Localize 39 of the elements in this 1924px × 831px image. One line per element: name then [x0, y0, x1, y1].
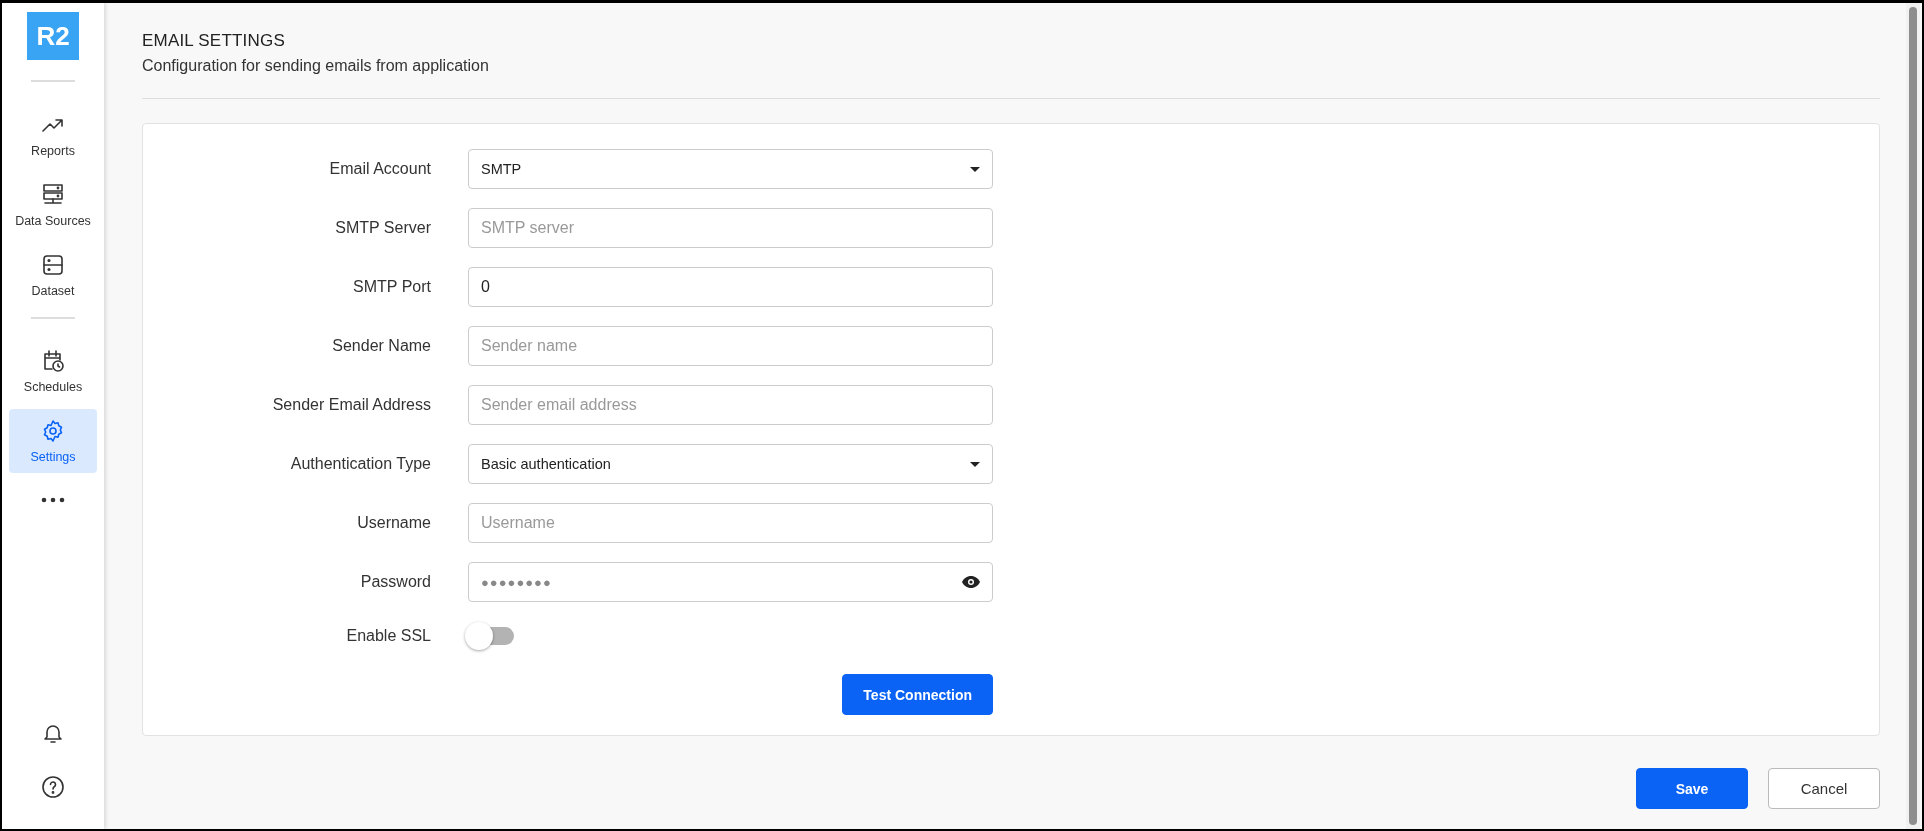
caret-icon — [970, 166, 980, 172]
save-button[interactable]: Save — [1636, 768, 1748, 809]
field-label: SMTP Port — [352, 278, 431, 296]
field-label: SMTP Server — [334, 219, 431, 237]
sidebar-item[interactable]: Data Sources — [9, 173, 97, 237]
dropdown[interactable]: SMTP — [468, 149, 993, 189]
field-label: Password — [359, 573, 431, 591]
password-field[interactable]: ●●●●●●●● — [468, 562, 993, 602]
input-field[interactable]: Sender email address — [468, 385, 993, 425]
field-label: Username — [356, 514, 431, 532]
field-label: Enable SSL — [345, 627, 431, 645]
input-field[interactable]: Username — [468, 503, 993, 543]
input-field[interactable]: 0 — [468, 267, 993, 307]
scrollbar[interactable] — [1906, 3, 1920, 829]
toggle-switch[interactable] — [464, 621, 516, 651]
logo: R2 — [27, 12, 79, 60]
sidebar-item[interactable]: Dataset — [9, 243, 97, 307]
caret-icon — [970, 461, 980, 467]
help-icon[interactable] — [41, 775, 65, 799]
input-field[interactable]: SMTP server — [468, 208, 993, 248]
field-label: Email Account — [328, 160, 431, 178]
page-subtitle: Configuration for sending emails from application — [142, 57, 490, 75]
server-icon — [41, 182, 65, 207]
calendar-clock-icon — [41, 348, 65, 373]
field-label: Sender Email Address — [271, 396, 431, 414]
eye-icon[interactable] — [962, 576, 980, 588]
sidebar-item[interactable]: Settings — [9, 409, 97, 473]
input-field[interactable]: Sender name — [468, 326, 993, 366]
dropdown[interactable]: Basic authentication — [468, 444, 993, 484]
sidebar-item[interactable]: Schedules — [9, 339, 97, 403]
field-label: Authentication Type — [289, 455, 431, 473]
database-icon — [41, 252, 65, 277]
more-icon[interactable] — [41, 497, 65, 503]
page-title: EMAIL SETTINGS — [142, 31, 286, 51]
cancel-button[interactable]: Cancel — [1768, 768, 1880, 809]
settings-icon — [41, 418, 65, 443]
test-connection-button[interactable]: Test Connection — [842, 674, 993, 715]
field-label: Sender Name — [331, 337, 431, 355]
sidebar-item[interactable]: Reports — [9, 103, 97, 167]
